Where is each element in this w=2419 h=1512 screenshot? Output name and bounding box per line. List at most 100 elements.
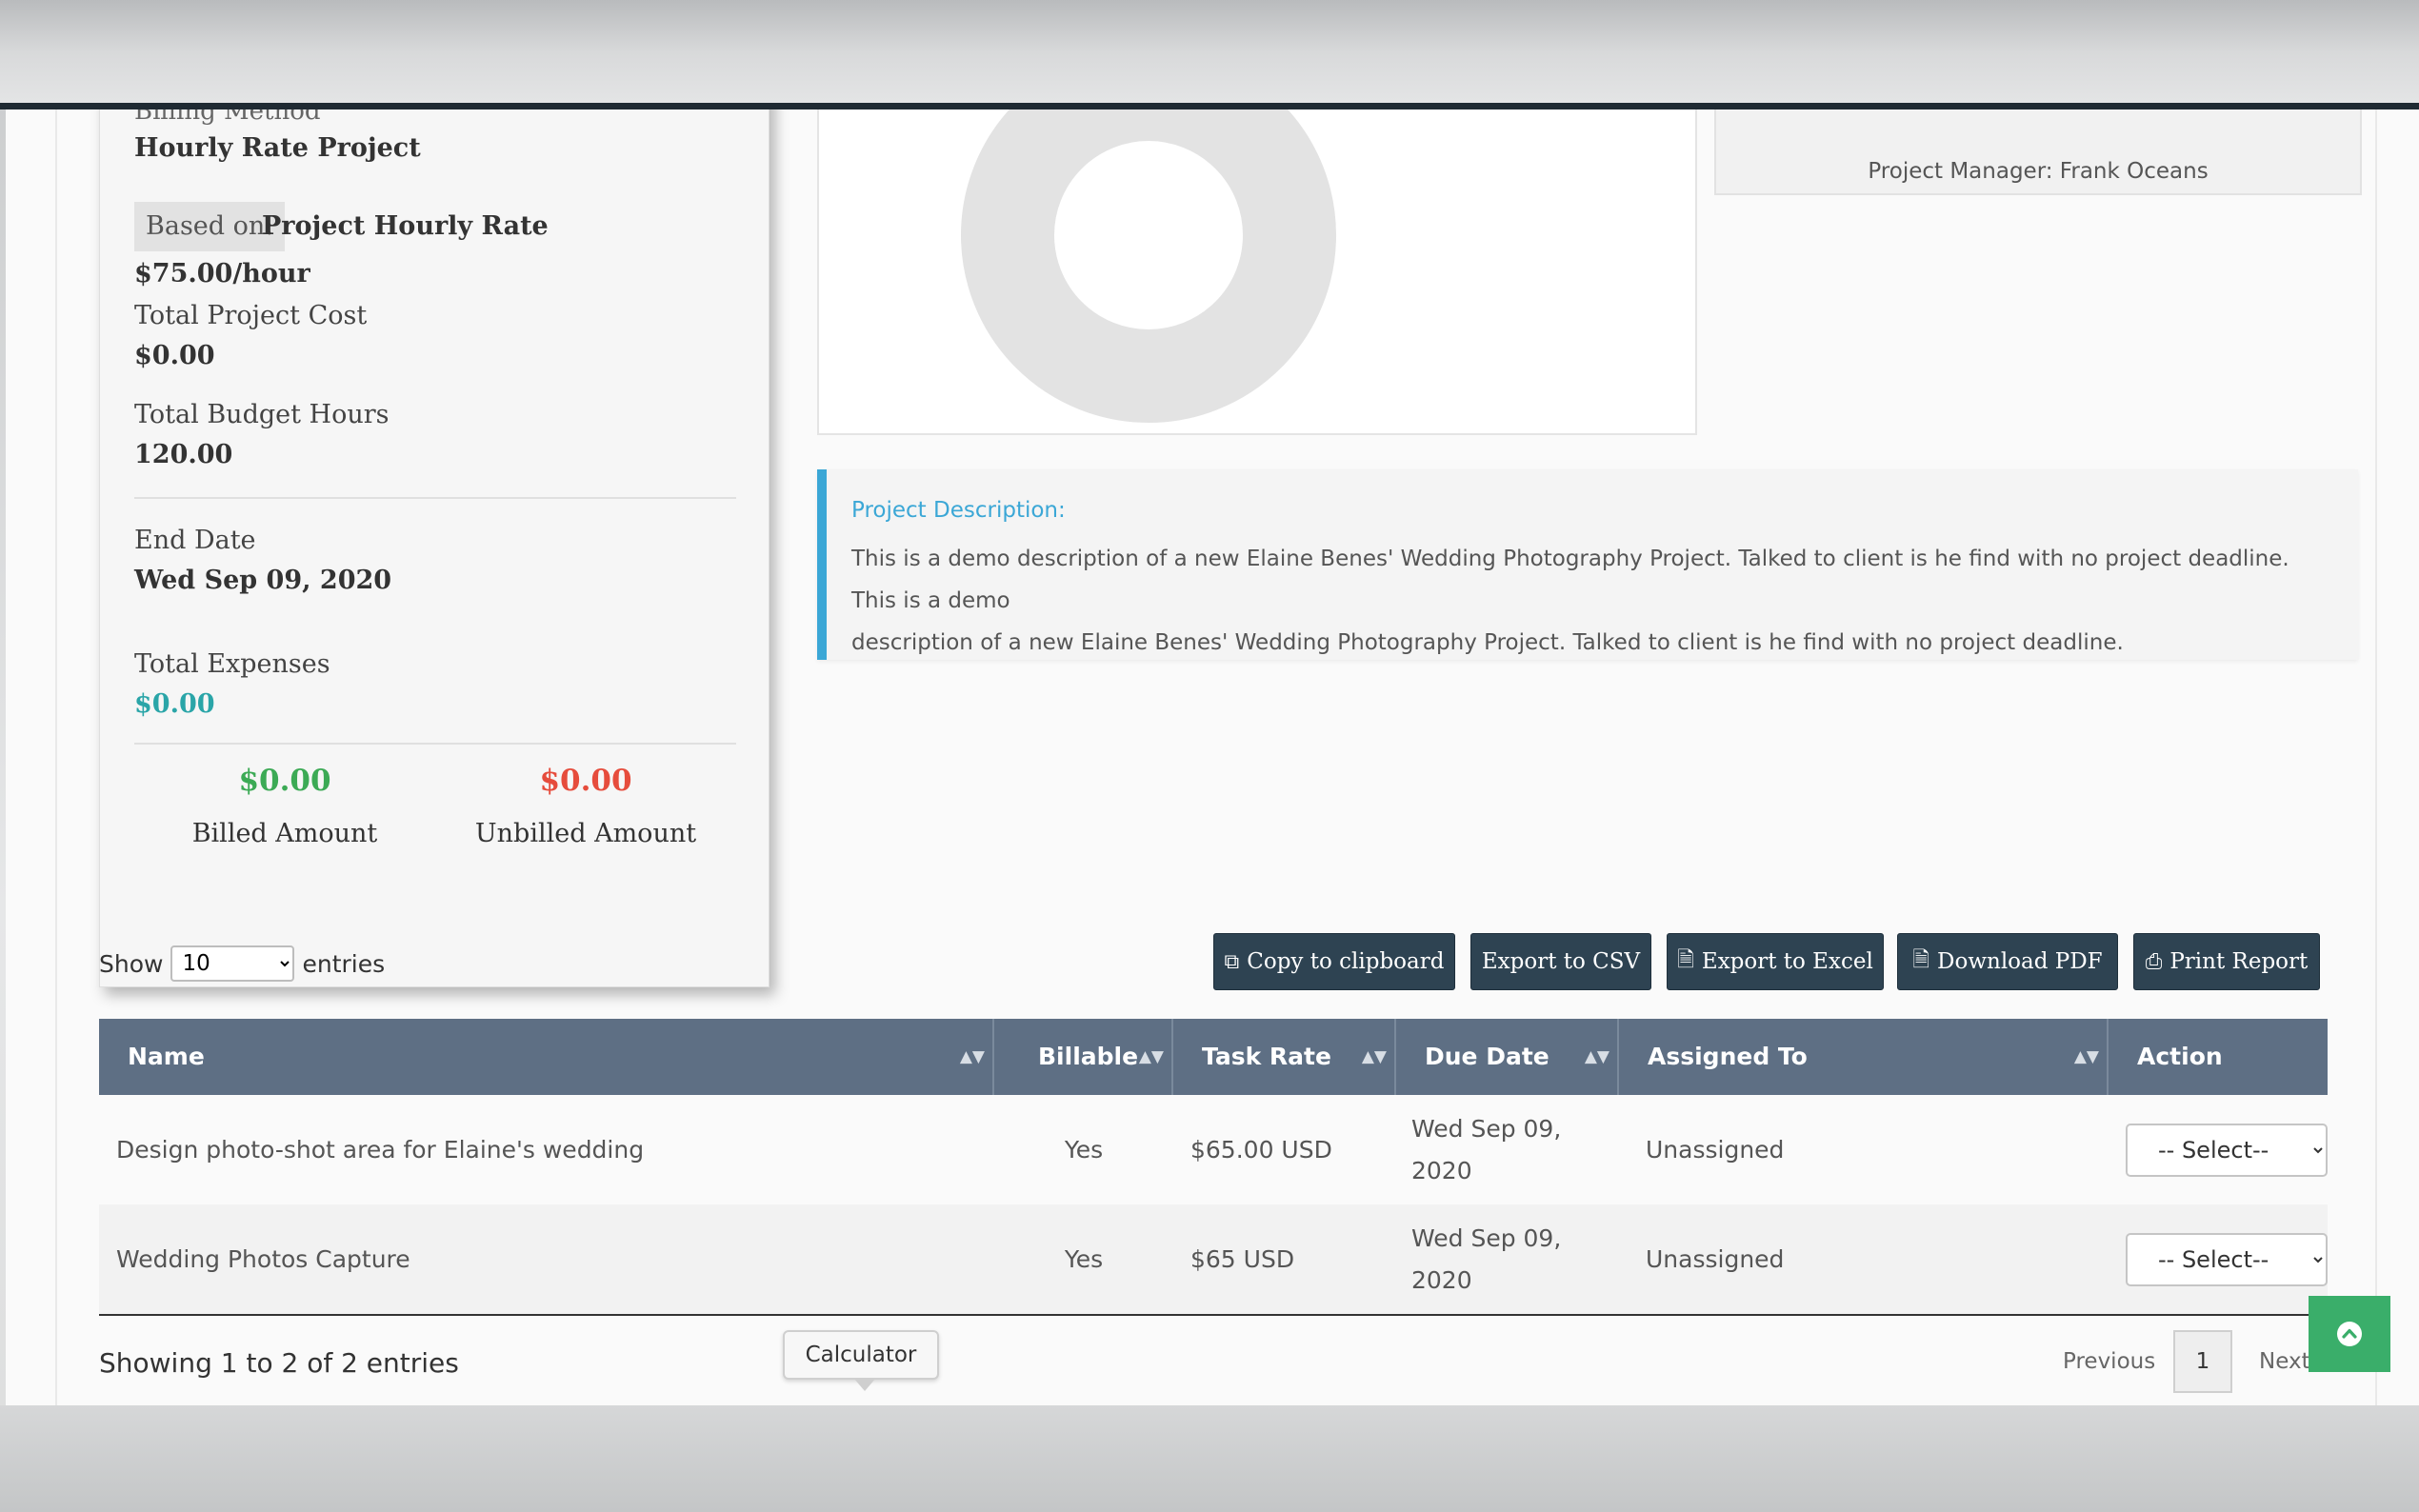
sort-icon: ▲▼ xyxy=(1138,1047,1164,1066)
unbilled-amount: $0.00 Unbilled Amount xyxy=(435,764,736,848)
pagination-page-1[interactable]: 1 xyxy=(2173,1330,2232,1393)
task-due-date: Wed Sep 09, 2020 xyxy=(1396,1095,1619,1204)
excel-button-label: Export to Excel xyxy=(1701,949,1873,974)
task-rate: $65 USD xyxy=(1190,1245,1295,1273)
billing-method-label: Billing Method xyxy=(134,109,321,126)
csv-button-label: Export to CSV xyxy=(1481,949,1641,974)
billed-amount: $0.00 Billed Amount xyxy=(134,764,435,848)
export-excel-button[interactable]: 🗎 Export to Excel xyxy=(1667,933,1884,990)
description-line: description of a new Elaine Benes' Weddi… xyxy=(851,630,2124,655)
expenses-value: $0.00 xyxy=(134,689,215,719)
task-action-cell: -- Select-- xyxy=(2109,1204,2328,1314)
sort-icon: ▲▼ xyxy=(1584,1047,1609,1066)
tasks-table: Name ▲▼ Billable ▲▼ Task Rate ▲▼ Due Dat… xyxy=(99,1019,2328,1316)
due-date-line: Wed Sep 09, xyxy=(1411,1224,1562,1252)
column-assigned-to-label: Assigned To xyxy=(1648,1043,1808,1070)
copy-to-clipboard-button[interactable]: ⧉ Copy to clipboard xyxy=(1213,933,1455,990)
calculator-tooltip: Calculator xyxy=(783,1330,939,1391)
browser-top-band xyxy=(0,0,2419,105)
due-date-line: 2020 xyxy=(1411,1265,1472,1294)
task-billable: Yes xyxy=(1064,1136,1104,1164)
donut-ring xyxy=(961,109,1336,423)
download-pdf-button[interactable]: 🗎 Download PDF xyxy=(1897,933,2118,990)
column-task-rate[interactable]: Task Rate ▲▼ xyxy=(1173,1019,1396,1095)
task-assigned: Unassigned xyxy=(1646,1245,1785,1273)
due-date-line: Wed Sep 09, xyxy=(1411,1114,1562,1143)
table-bottom-border xyxy=(99,1314,2328,1316)
table-row: Wedding Photos Capture Yes $65 USD Wed S… xyxy=(99,1204,2328,1314)
billed-amount-label: Billed Amount xyxy=(191,819,378,848)
task-name: Wedding Photos Capture xyxy=(116,1245,410,1273)
pagination-next[interactable]: Next xyxy=(2259,1349,2310,1374)
print-report-button[interactable]: ⎙ Print Report xyxy=(2133,933,2320,990)
column-due-date-label: Due Date xyxy=(1425,1043,1549,1070)
action-select[interactable]: -- Select-- xyxy=(2126,1232,2328,1286)
column-name-label: Name xyxy=(128,1043,205,1070)
project-description: Project Description: This is a demo desc… xyxy=(817,469,2358,660)
description-title: Project Description: xyxy=(851,498,1066,523)
file-pdf-icon: 🗎 xyxy=(1912,948,1930,972)
column-due-date[interactable]: Due Date ▲▼ xyxy=(1396,1019,1619,1095)
task-rate: $65.00 USD xyxy=(1190,1136,1332,1164)
billed-amount-value: $0.00 xyxy=(238,764,331,798)
column-billable-label: Billable xyxy=(1038,1043,1139,1070)
column-task-rate-label: Task Rate xyxy=(1202,1043,1331,1070)
column-assigned-to[interactable]: Assigned To ▲▼ xyxy=(1619,1019,2109,1095)
card-divider xyxy=(134,743,736,745)
project-summary-card: Billing Method Hourly Rate Project Based… xyxy=(99,109,770,987)
pagination-previous[interactable]: Previous xyxy=(2063,1349,2155,1374)
total-cost-value: $0.00 xyxy=(134,341,215,370)
copy-icon: ⧉ xyxy=(1224,949,1240,974)
copy-button-label: Copy to clipboard xyxy=(1247,949,1445,974)
sort-icon: ▲▼ xyxy=(1361,1047,1387,1066)
hourly-rate: $75.00/hour xyxy=(134,259,310,288)
export-csv-button[interactable]: Export to CSV xyxy=(1470,933,1651,990)
due-date-line: 2020 xyxy=(1411,1156,1472,1184)
billing-type: Hourly Rate Project xyxy=(134,133,421,163)
unbilled-amount-label: Unbilled Amount xyxy=(474,819,697,848)
based-on-value: Project Hourly Rate xyxy=(262,211,549,241)
budget-hours-value: 120.00 xyxy=(134,440,233,469)
description-text: This is a demo description of a new Elai… xyxy=(851,538,2333,664)
project-manager: Project Manager: Frank Oceans xyxy=(1868,159,2209,184)
print-button-label: Print Report xyxy=(2169,949,2309,974)
total-cost-label: Total Project Cost xyxy=(134,301,368,330)
column-billable[interactable]: Billable ▲▼ xyxy=(994,1019,1173,1095)
chevron-up-circle-icon xyxy=(2337,1322,2362,1346)
table-info: Showing 1 to 2 of 2 entries xyxy=(99,1347,459,1379)
hours-chart-panel xyxy=(817,109,1697,435)
card-divider xyxy=(134,497,736,499)
task-assigned: Unassigned xyxy=(1646,1136,1785,1164)
entries-label: entries xyxy=(302,949,386,978)
end-date-value: Wed Sep 09, 2020 xyxy=(134,566,392,595)
expenses-label: Total Expenses xyxy=(134,649,330,679)
sort-icon: ▲▼ xyxy=(959,1047,985,1066)
sort-icon: ▲▼ xyxy=(2073,1047,2099,1066)
budget-hours-label: Total Budget Hours xyxy=(134,400,390,429)
entries-select[interactable]: 10 xyxy=(170,945,295,982)
file-excel-icon: 🗎 xyxy=(1677,948,1694,972)
task-action-cell: -- Select-- xyxy=(2109,1095,2328,1204)
table-header: Name ▲▼ Billable ▲▼ Task Rate ▲▼ Due Dat… xyxy=(99,1019,2328,1095)
unbilled-amount-value: $0.00 xyxy=(539,764,632,798)
screen-bottom-band xyxy=(0,1405,2419,1512)
pdf-button-label: Download PDF xyxy=(1937,949,2103,974)
project-page: Billing Method Hourly Rate Project Based… xyxy=(6,109,2419,1406)
task-billable: Yes xyxy=(1064,1245,1104,1273)
task-name: Design photo-shot area for Elaine's wedd… xyxy=(116,1136,645,1164)
donut-chart xyxy=(961,109,1336,423)
task-due-date: Wed Sep 09, 2020 xyxy=(1396,1204,1619,1314)
description-line: This is a demo description of a new Elai… xyxy=(851,547,2289,613)
column-action-label: Action xyxy=(2137,1043,2223,1070)
scroll-to-top-button[interactable] xyxy=(2309,1296,2390,1372)
action-select[interactable]: -- Select-- xyxy=(2126,1123,2328,1177)
show-entries: Show 10 entries xyxy=(99,945,385,982)
show-label: Show xyxy=(99,949,164,978)
end-date-label: End Date xyxy=(134,526,256,555)
table-row: Design photo-shot area for Elaine's wedd… xyxy=(99,1095,2328,1204)
column-action: Action xyxy=(2109,1019,2328,1095)
window-edge xyxy=(0,103,2419,109)
column-name[interactable]: Name ▲▼ xyxy=(99,1019,994,1095)
project-manager-box: Project Manager: Frank Oceans xyxy=(1714,109,2362,195)
print-icon: ⎙ xyxy=(2145,949,2163,974)
